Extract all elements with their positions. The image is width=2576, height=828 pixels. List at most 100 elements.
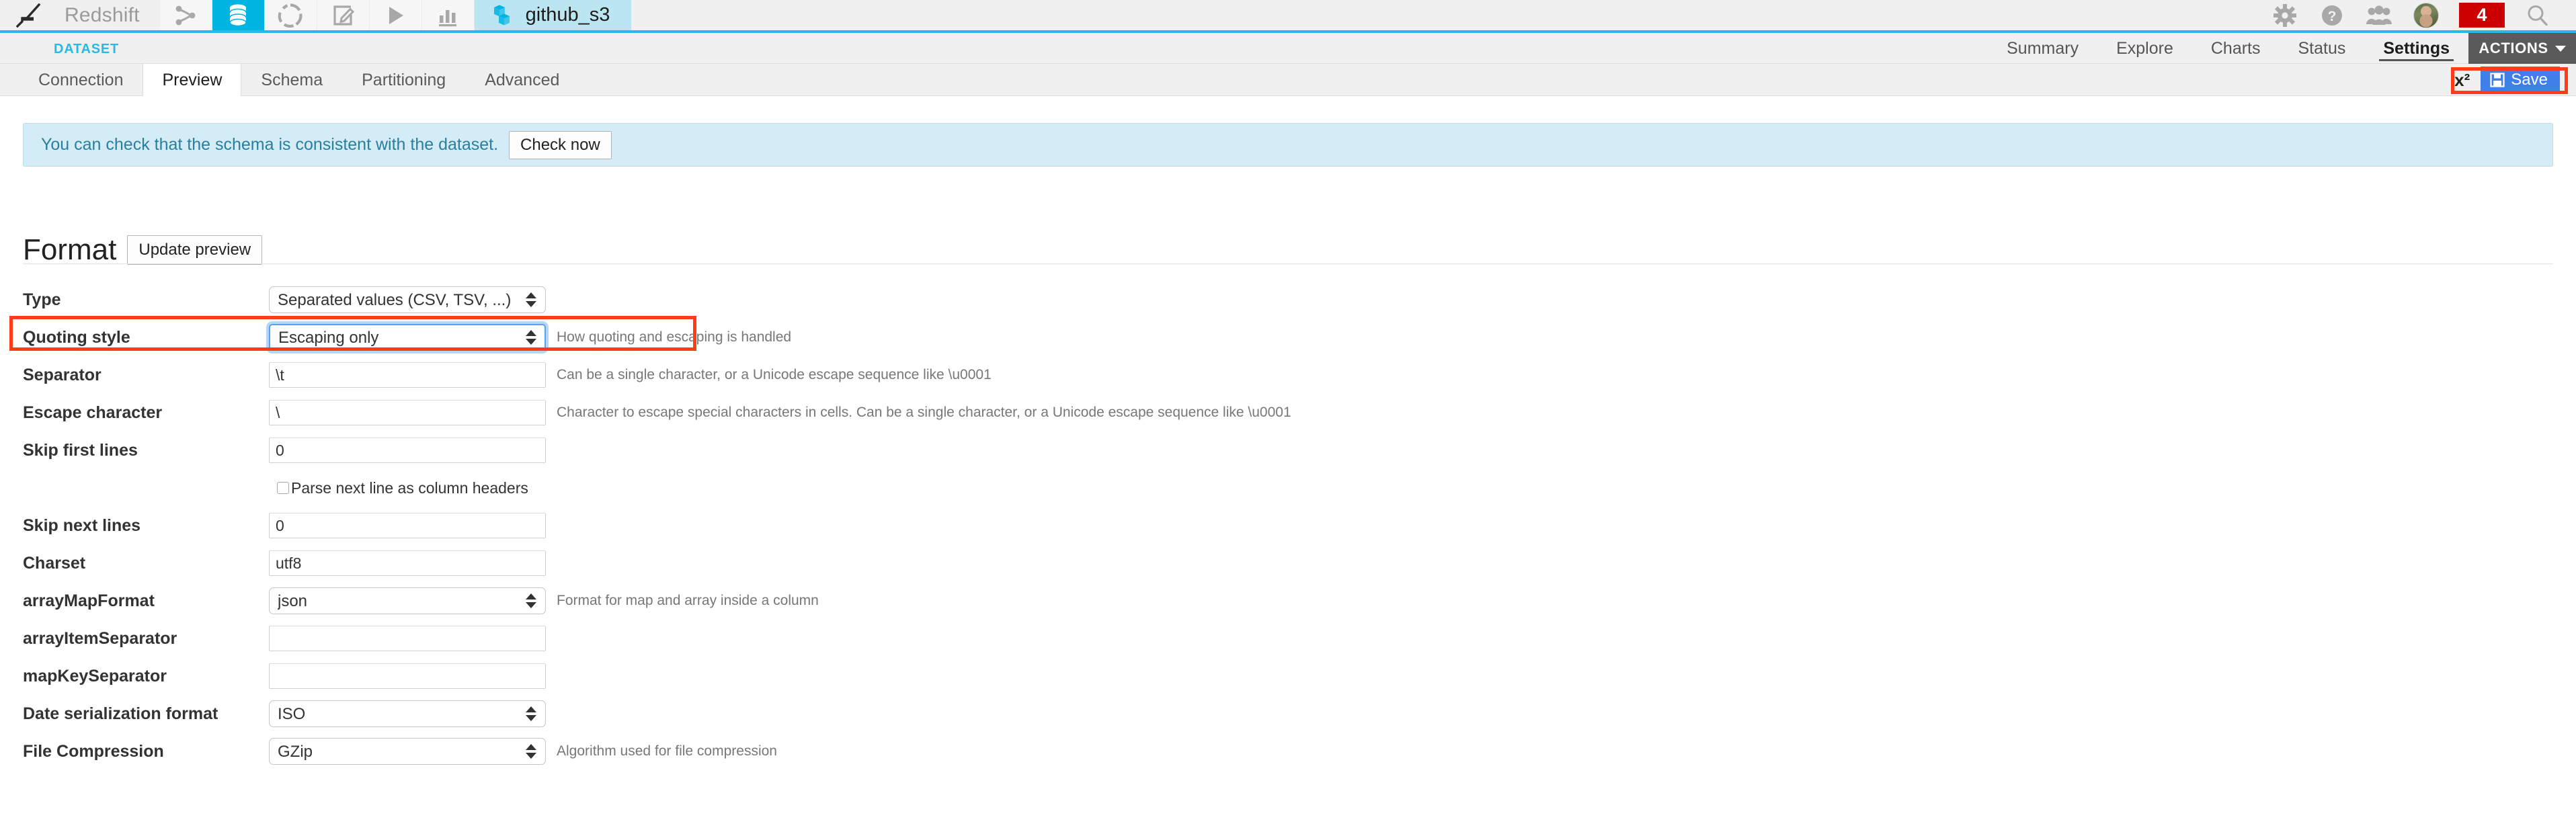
input-mapkeyseparator[interactable] [269, 663, 546, 689]
search-icon[interactable] [2514, 0, 2561, 32]
form-row-skip-next-lines: Skip next lines [0, 507, 2576, 544]
form-row-file-compression: File Compression GZip Algorithm used for f… [0, 733, 2576, 770]
select-type[interactable]: Separated values (CSV, TSV, ...) [269, 286, 546, 313]
field-label-quoting-style: Quoting style [23, 327, 130, 347]
field-control-skip-first-lines [269, 438, 546, 463]
page-title: Format [23, 233, 117, 267]
nav-item-status[interactable]: Status [2280, 33, 2365, 64]
dataset-cube-icon [493, 5, 510, 25]
select-quoting-style[interactable]: Escaping only [269, 324, 546, 351]
form-row-mapkeyseparator: mapKeySeparator [0, 657, 2576, 695]
project-name[interactable]: Redshift [59, 0, 160, 30]
input-separator[interactable] [269, 362, 546, 388]
save-button[interactable]: Save [2481, 66, 2560, 94]
breadcrumb-dataset-label: DATASET [54, 42, 120, 56]
field-help-file-compression: Algorithm used for file compression [557, 743, 777, 759]
nav-item-settings[interactable]: Settings [2364, 33, 2468, 64]
floppy-disk-icon [2490, 72, 2505, 87]
input-skip-next-lines[interactable] [269, 513, 546, 538]
format-section-header: Format Update preview [23, 214, 263, 287]
select-wrapper-arraymapformat: json [269, 587, 546, 614]
field-control-separator [269, 362, 546, 388]
field-label-arraymapformat: arrayMapFormat [23, 591, 155, 610]
checkbox-parse-next-line-as-column-headers[interactable] [277, 482, 289, 494]
check-now-button[interactable]: Check now [509, 130, 612, 159]
top-navigation-bar: Redshift github_s3 ? 4 [0, 0, 2576, 33]
scenarios-icon[interactable] [369, 0, 422, 30]
input-arrayitemseparator[interactable] [269, 626, 546, 651]
select-wrapper-quoting-style: Escaping only [269, 324, 546, 351]
field-control-skip-next-lines [269, 513, 546, 538]
form-row-parse-next-line-as-column-headers: Parse next line as column headers [0, 469, 2576, 507]
notification-badge[interactable]: 4 [2459, 3, 2505, 28]
field-help-quoting-style: How quoting and escaping is handled [557, 329, 792, 345]
dataset-name-label: github_s3 [525, 4, 610, 26]
help-icon[interactable]: ? [2308, 0, 2356, 32]
form-row-quoting-style: Quoting style Escaping only How quoting an… [0, 319, 2576, 356]
notebooks-icon[interactable] [317, 0, 370, 30]
recipes-icon-glyph [278, 3, 303, 28]
select-file-compression[interactable]: GZip [269, 738, 546, 765]
select-arraymapformat[interactable]: json [269, 587, 546, 614]
avatar[interactable] [2403, 0, 2450, 32]
dataset-view-nav: Summary Explore Charts Status Settings [1988, 33, 2468, 64]
nav-item-charts[interactable]: Charts [2192, 33, 2280, 64]
field-label-skip-first-lines: Skip first lines [23, 440, 138, 460]
dataiku-bird-logo[interactable] [0, 0, 59, 30]
select-date-serialization-format[interactable]: ISO [269, 700, 546, 727]
tab-preview[interactable]: Preview [143, 63, 242, 96]
field-control-escape-character [269, 400, 546, 425]
field-control-arrayitemseparator [269, 626, 546, 651]
save-toolbar: x² Save [2401, 64, 2576, 96]
current-dataset-chip[interactable]: github_s3 [474, 0, 632, 30]
field-control-charset [269, 550, 546, 576]
field-control-arraymapformat: json [269, 587, 546, 614]
settings-tabs: Connection Preview Schema Partitioning A… [19, 63, 579, 96]
tab-connection[interactable]: Connection [19, 64, 143, 96]
field-label-type: Type [23, 290, 61, 309]
flow-icon[interactable] [159, 0, 212, 30]
save-button-label: Save [2511, 70, 2548, 89]
field-help-arraymapformat: Format for map and array inside a column [557, 593, 819, 608]
scenarios-icon-glyph [389, 6, 404, 24]
field-control-type: Separated values (CSV, TSV, ...) [269, 286, 546, 313]
topbar-right-actions: ? 4 [2261, 0, 2576, 30]
field-label-file-compression: File Compression [23, 741, 164, 761]
nav-item-summary[interactable]: Summary [1988, 33, 2097, 64]
nav-item-explore[interactable]: Explore [2097, 33, 2192, 64]
gear-icon[interactable] [2261, 0, 2308, 32]
input-charset[interactable] [269, 550, 546, 576]
field-control-quoting-style: Escaping only [269, 324, 546, 351]
tab-schema[interactable]: Schema [241, 64, 342, 96]
update-preview-button[interactable]: Update preview [127, 235, 263, 265]
formula-x-squared-icon[interactable]: x² [2454, 70, 2470, 91]
field-control-parse-next-line-as-column-headers: Parse next line as column headers [269, 479, 546, 497]
checkbox-label: Parse next line as column headers [291, 479, 528, 497]
form-row-charset: Charset [0, 544, 2576, 582]
select-wrapper-date-serialization-format: ISO [269, 700, 546, 727]
datasets-icon[interactable] [212, 0, 265, 30]
form-row-escape-character: Escape character Character to escape spec… [0, 394, 2576, 431]
field-label-separator: Separator [23, 365, 102, 384]
form-row-arrayitemseparator: arrayItemSeparator [0, 620, 2576, 657]
dashboards-icon-glyph [439, 9, 457, 26]
users-icon[interactable] [2356, 0, 2403, 32]
actions-button[interactable]: ACTIONS [2468, 33, 2576, 64]
dashboards-icon[interactable] [421, 0, 475, 30]
select-wrapper-type: Separated values (CSV, TSV, ...) [269, 286, 546, 313]
tab-partitioning[interactable]: Partitioning [342, 64, 465, 96]
field-label-mapkeyseparator: mapKeySeparator [23, 666, 167, 686]
recipes-icon[interactable] [264, 0, 317, 30]
tab-advanced[interactable]: Advanced [465, 64, 579, 96]
field-control-date-serialization-format: ISO [269, 700, 546, 727]
form-row-skip-first-lines: Skip first lines [0, 431, 2576, 469]
input-escape-character[interactable] [269, 400, 546, 425]
field-control-file-compression: GZip [269, 738, 546, 765]
dataset-subnav: DATASET Summary Explore Charts Status Se… [0, 33, 2576, 64]
notebooks-icon-glyph [333, 5, 355, 26]
datasets-icon-glyph [229, 4, 247, 26]
input-skip-first-lines[interactable] [269, 438, 546, 463]
format-settings-form: Type Separated values (CSV, TSV, ...) Quot… [0, 281, 2576, 770]
field-label-skip-next-lines: Skip next lines [23, 515, 141, 535]
field-control-mapkeyseparator [269, 663, 546, 689]
